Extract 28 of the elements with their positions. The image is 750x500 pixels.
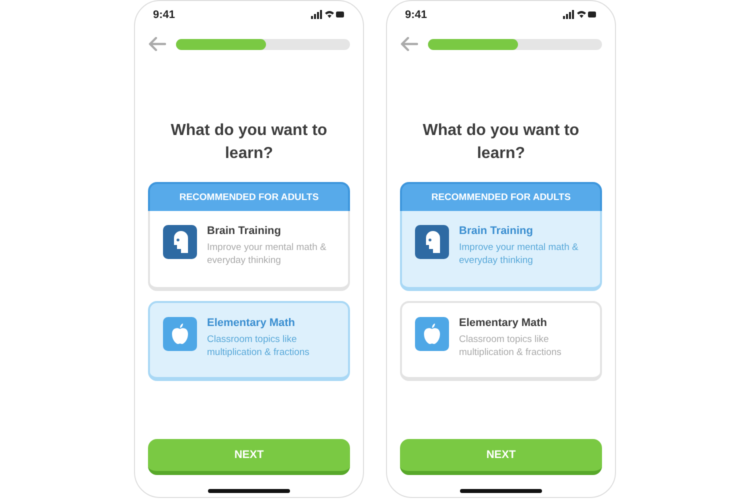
question-title: What do you want to learn? (170, 121, 328, 164)
group-header: RECOMMENDED FOR ADULTS (400, 182, 602, 211)
status-time: 9:41 (405, 9, 428, 21)
back-arrow-icon[interactable] (148, 37, 166, 51)
option-description: Improve your mental math & everyday thinking (459, 241, 580, 267)
option-description: Improve your mental math & everyday thinking (207, 241, 328, 267)
course-option[interactable]: Brain Training Improve your mental math & everyday thinking (148, 211, 350, 291)
head-icon (163, 225, 197, 259)
option-description: Classroom topics like multiplication & fractions (459, 333, 562, 359)
next-button[interactable]: NEXT (400, 439, 602, 475)
status-time: 9:41 (153, 9, 176, 21)
back-arrow-icon[interactable] (400, 37, 418, 51)
course-option[interactable]: Elementary Math Classroom topics like multiplication & fractions (400, 301, 602, 381)
apple-icon (163, 317, 197, 351)
head-icon (415, 225, 449, 259)
option-title: Brain Training (459, 225, 534, 237)
option-title: Elementary Math (207, 317, 296, 329)
option-description: Classroom topics like multiplication & fractions (207, 333, 310, 359)
course-option[interactable]: Brain Training Improve your mental math & everyday thinking (400, 211, 602, 291)
option-title: Brain Training (207, 225, 282, 237)
question-title: What do you want to learn? (422, 121, 580, 164)
course-option[interactable]: Elementary Math Classroom topics like multiplication & fractions (148, 301, 350, 381)
status-icons (311, 10, 345, 20)
group-header: RECOMMENDED FOR ADULTS (148, 182, 350, 211)
option-title: Elementary Math (459, 317, 548, 329)
next-button[interactable]: NEXT (148, 439, 350, 475)
apple-icon (415, 317, 449, 351)
status-icons (563, 10, 597, 20)
